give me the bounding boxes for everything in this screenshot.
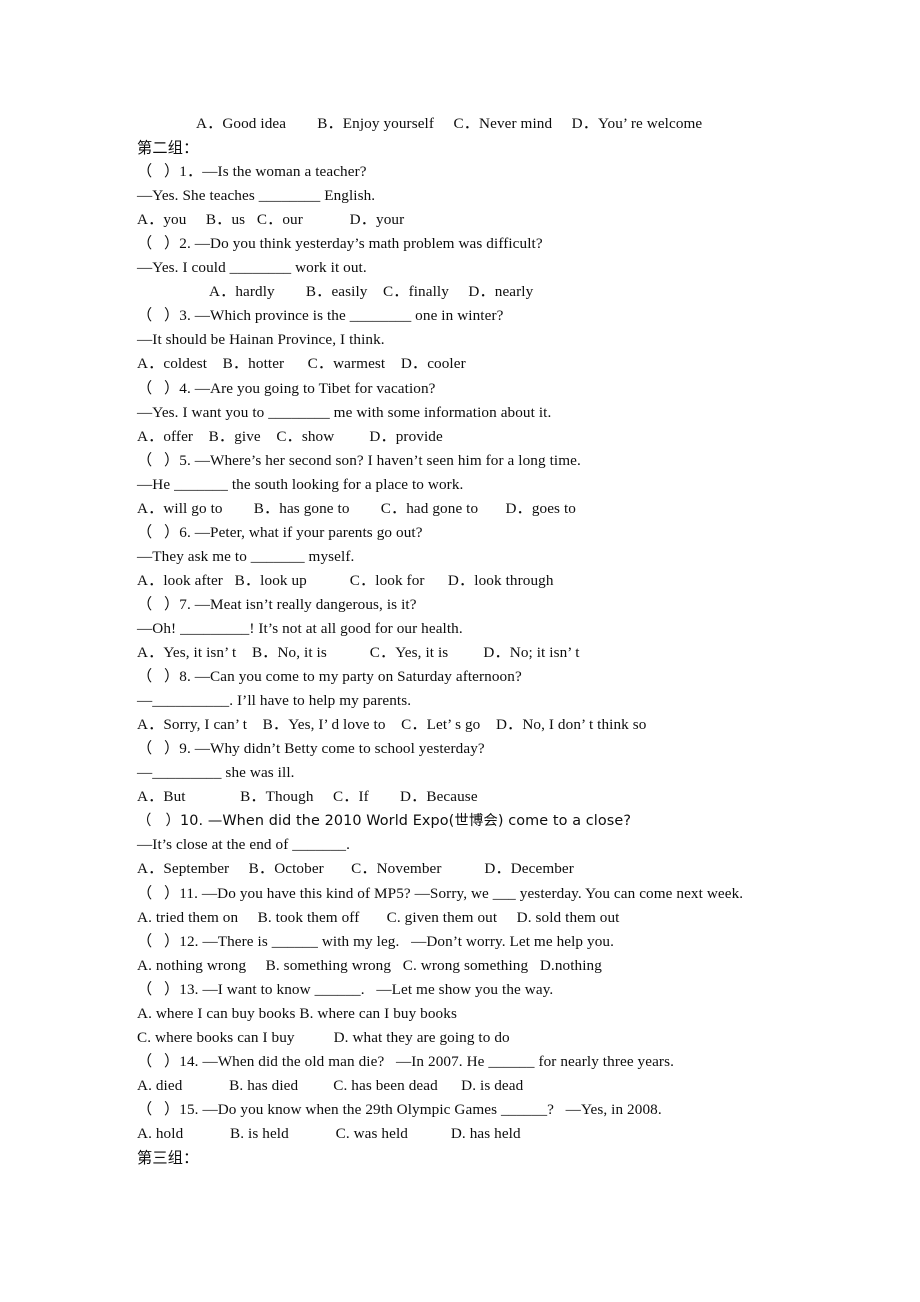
- question-15-options: A. hold B. is held C. was held D. has he…: [137, 1124, 521, 1142]
- question-14-options: A. died B. has died C. has been dead D. …: [137, 1076, 524, 1094]
- question-2-stem: （ ）2. —Do you think yesterday’s math pro…: [137, 235, 543, 253]
- question-12-stem: （ ）12. —There is ______ with my leg. —Do…: [137, 932, 614, 950]
- question-9-options: A．But B．Though C．If D．Because: [137, 788, 478, 806]
- question-2-options: A．hardly B．easily C．finally D．nearly: [209, 283, 534, 301]
- question-10-response: —It’s close at the end of _______.: [137, 836, 351, 854]
- section-heading-group-two: 第二组：: [137, 139, 199, 158]
- question-9-stem: （ ）9. —Why didn’t Betty come to school y…: [137, 740, 485, 758]
- document-text-body: A．Good idea B．Enjoy yourself C．Never min…: [137, 112, 837, 1170]
- question-3-response: —It should be Hainan Province, I think.: [137, 331, 385, 349]
- question-5-options: A．will go to B．has gone to C．had gone to…: [137, 499, 576, 517]
- question-8-response: —__________. I’ll have to help my parent…: [137, 692, 412, 710]
- answer-options-line: A．Good idea B．Enjoy yourself C．Never min…: [196, 115, 703, 132]
- question-6-stem: （ ）6. —Peter, what if your parents go ou…: [137, 523, 423, 541]
- question-3-stem: （ ）3. —Which province is the ________ on…: [137, 307, 504, 325]
- question-10-options: A．September B．October C．November D．Decem…: [137, 860, 574, 878]
- question-14-stem: （ ）14. —When did the old man die? —In 20…: [137, 1052, 674, 1070]
- question-7-options: A．Yes, it isn’ t B．No, it is C．Yes, it i…: [137, 644, 580, 662]
- question-4-response: —Yes. I want you to ________ me with som…: [137, 403, 552, 421]
- question-15-stem: （ ）15. —Do you know when the 29th Olympi…: [137, 1100, 662, 1118]
- question-1-options: A．you B．us C．our D．your: [137, 211, 405, 229]
- question-8-stem: （ ）8. —Can you come to my party on Satur…: [137, 668, 522, 686]
- question-7-response: —Oh! _________! It’s not at all good for…: [137, 619, 463, 637]
- question-9-response: —_________ she was ill.: [137, 764, 295, 782]
- question-13-stem: （ ）13. —I want to know ______. —Let me s…: [137, 980, 554, 998]
- question-6-options: A．look after B．look up C．look for D．look…: [137, 571, 554, 589]
- question-13-options-cd: C. where books can I buy D. what they ar…: [137, 1028, 510, 1046]
- question-3-options: A．coldest B．hotter C．warmest D．cooler: [137, 355, 466, 373]
- question-1-response: —Yes. She teaches ________ English.: [137, 187, 376, 205]
- question-1-stem: （ ）1．—Is the woman a teacher?: [137, 163, 367, 181]
- question-4-stem: （ ）4. —Are you going to Tibet for vacati…: [137, 379, 436, 397]
- question-8-options: A．Sorry, I can’ t B．Yes, I’ d love to C．…: [137, 716, 647, 734]
- question-7-stem: （ ）7. —Meat isn’t really dangerous, is i…: [137, 595, 417, 613]
- question-10-stem: （ ）10. —When did the 2010 World Expo(世博会…: [137, 813, 632, 830]
- question-5-stem: （ ）5. —Where’s her second son? I haven’t…: [137, 451, 581, 469]
- question-2-response: —Yes. I could ________ work it out.: [137, 259, 367, 277]
- document-page: A．Good idea B．Enjoy yourself C．Never min…: [0, 0, 920, 1302]
- question-6-response: —They ask me to _______ myself.: [137, 547, 355, 565]
- question-4-options: A．offer B．give C．show D．provide: [137, 427, 443, 445]
- section-heading-group-three: 第三组：: [137, 1149, 199, 1168]
- question-12-options: A. nothing wrong B. something wrong C. w…: [137, 956, 602, 974]
- question-11-stem: （ ）11. —Do you have this kind of MP5? —S…: [137, 884, 744, 902]
- question-5-response: —He _______ the south looking for a plac…: [137, 475, 464, 493]
- question-11-options: A. tried them on B. took them off C. giv…: [137, 908, 620, 926]
- question-13-options-ab: A. where I can buy books B. where can I …: [137, 1004, 457, 1022]
